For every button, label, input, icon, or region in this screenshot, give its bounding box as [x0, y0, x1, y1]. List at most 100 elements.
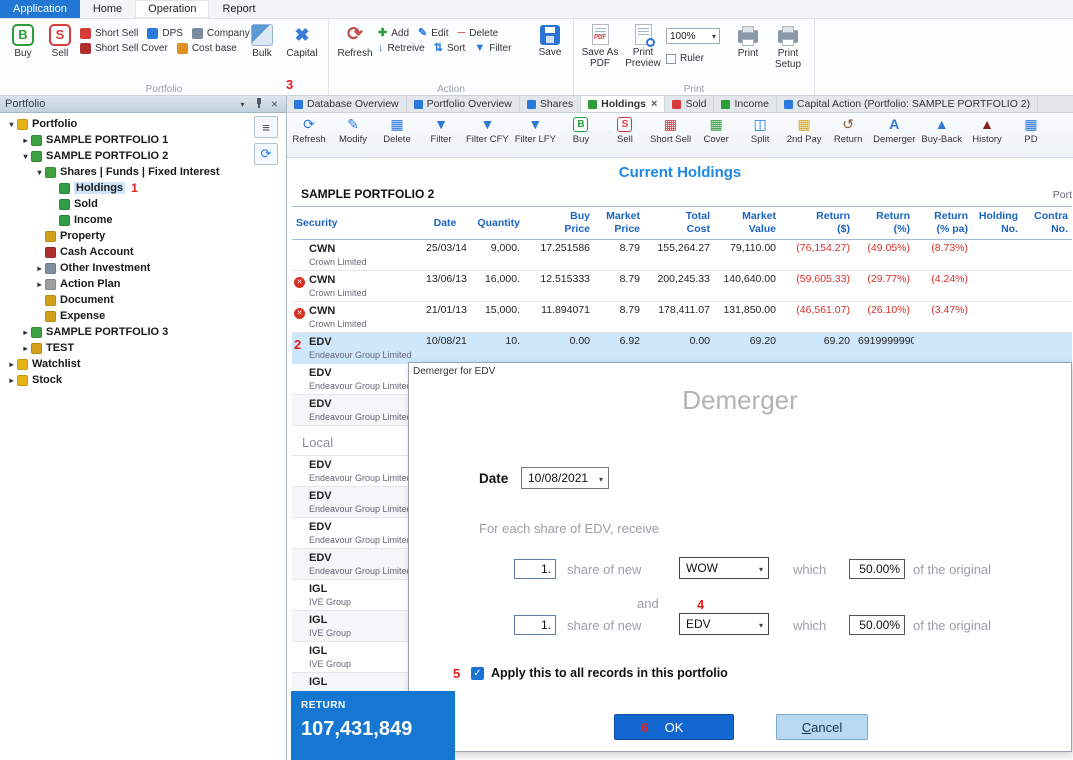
- column-header-security[interactable]: Security: [292, 207, 422, 240]
- ruler-checkbox-row[interactable]: Ruler: [666, 53, 728, 64]
- percent-input-1[interactable]: [849, 559, 905, 579]
- tab-report[interactable]: Report: [209, 0, 268, 18]
- share-quantity-input-1[interactable]: [514, 559, 556, 579]
- tree-item-property[interactable]: Property: [0, 228, 286, 244]
- short-sell-button[interactable]: Short Sell: [80, 28, 138, 39]
- close-icon[interactable]: [268, 97, 281, 111]
- column-header-market-value[interactable]: MarketValue: [714, 207, 780, 240]
- tree-item-stock[interactable]: Stock: [0, 372, 286, 388]
- company-button[interactable]: Company: [192, 28, 250, 39]
- edit-button[interactable]: ✎Edit: [418, 28, 448, 39]
- toolbar-refresh-button[interactable]: ⟳Refresh: [287, 113, 331, 157]
- pin-icon[interactable]: [252, 97, 265, 112]
- tree-item-shares-funds-fixed-interest[interactable]: Shares | Funds | Fixed Interest: [0, 164, 286, 180]
- expand-icon[interactable]: [34, 280, 45, 289]
- security-dropdown-2[interactable]: EDV: [679, 613, 769, 635]
- toolbar-buy-button[interactable]: BBuy: [559, 113, 603, 157]
- holding-row[interactable]: CWNCrown Limited 13/06/13 16,000. 12.515…: [292, 271, 1072, 302]
- column-header-return-dollar[interactable]: Return($): [780, 207, 854, 240]
- expand-icon[interactable]: [20, 136, 31, 145]
- filter-button[interactable]: ▼Filter: [474, 43, 511, 54]
- column-header-quantity[interactable]: Quantity: [468, 207, 524, 240]
- toolbar-demerger-button[interactable]: ADemerger: [870, 113, 918, 157]
- toolbar-split-button[interactable]: ◫Split: [738, 113, 782, 157]
- tree-item-sample-portfolio-1[interactable]: SAMPLE PORTFOLIO 1: [0, 132, 286, 148]
- toolbar-filter-lfy-button[interactable]: ▼Filter LFY: [512, 113, 559, 157]
- toolbar-buy-back-button[interactable]: ▲Buy-Back: [918, 113, 965, 157]
- collapse-icon[interactable]: [34, 168, 45, 177]
- column-header-holding-no[interactable]: HoldingNo.: [972, 207, 1022, 240]
- sell-button[interactable]: S Sell: [43, 22, 77, 59]
- bulk-button[interactable]: Bulk: [245, 22, 279, 59]
- collapse-icon[interactable]: [6, 120, 17, 129]
- cancel-button[interactable]: Cancel: [776, 714, 868, 740]
- tree-item-document[interactable]: Document: [0, 292, 286, 308]
- toolbar-sell-button[interactable]: SSell: [603, 113, 647, 157]
- column-header-total-cost[interactable]: TotalCost: [644, 207, 714, 240]
- security-dropdown-1[interactable]: WOW: [679, 557, 769, 579]
- toolbar-filter-cfy-button[interactable]: ▼Filter CFY: [463, 113, 512, 157]
- toolbar-modify-button[interactable]: ✎Modify: [331, 113, 375, 157]
- panel-menu-icon[interactable]: [236, 99, 249, 110]
- toolbar-filter-button[interactable]: ▼Filter: [419, 113, 463, 157]
- tree-item-test[interactable]: TEST: [0, 340, 286, 356]
- collapse-icon[interactable]: [20, 152, 31, 161]
- save-as-pdf-button[interactable]: PDF Save As PDF: [580, 22, 620, 69]
- apply-all-checkbox[interactable]: ✓: [471, 667, 484, 680]
- expand-icon[interactable]: [20, 344, 31, 353]
- sort-button[interactable]: ⇅Sort: [434, 43, 466, 54]
- toolbar-clipped-button[interactable]: ▦PD: [1009, 113, 1053, 157]
- close-tab-icon[interactable]: [650, 98, 657, 110]
- tree-item-sample-portfolio-2[interactable]: SAMPLE PORTFOLIO 2: [0, 148, 286, 164]
- delete-button[interactable]: ─Delete: [457, 28, 498, 39]
- print-setup-button[interactable]: Print Setup: [768, 22, 808, 70]
- doc-tab-database-overview[interactable]: Database Overview: [287, 96, 407, 112]
- print-button[interactable]: Print: [731, 22, 765, 59]
- refresh-button[interactable]: ⟳ Refresh: [335, 22, 375, 59]
- tree-item-action-plan[interactable]: Action Plan: [0, 276, 286, 292]
- tree-item-other-investment[interactable]: Other Investment: [0, 260, 286, 276]
- date-dropdown[interactable]: 10/08/2021: [521, 467, 609, 489]
- dps-button[interactable]: DPS: [147, 28, 183, 39]
- list-view-button[interactable]: ≡: [254, 116, 278, 138]
- doc-tab-capital-action[interactable]: Capital Action (Portfolio: SAMPLE PORTFO…: [777, 96, 1038, 112]
- print-preview-button[interactable]: Print Preview: [623, 22, 663, 69]
- expand-icon[interactable]: [6, 376, 17, 385]
- holding-row[interactable]: CWNCrown Limited 21/01/13 15,000. 11.894…: [292, 302, 1072, 333]
- column-header-contra-no[interactable]: ContraNo.: [1022, 207, 1072, 240]
- zoom-dropdown[interactable]: 100%: [666, 28, 720, 44]
- tree-item-sold[interactable]: Sold: [0, 196, 286, 212]
- tree-item-watchlist[interactable]: Watchlist: [0, 356, 286, 372]
- tree-item-holdings[interactable]: Holdings1: [0, 180, 286, 196]
- tab-application[interactable]: Application: [0, 0, 80, 18]
- toolbar-delete-button[interactable]: ▦Delete: [375, 113, 419, 157]
- save-button[interactable]: Save: [533, 22, 567, 58]
- percent-input-2[interactable]: [849, 615, 905, 635]
- tab-home[interactable]: Home: [80, 0, 135, 18]
- tab-operation[interactable]: Operation: [135, 0, 209, 18]
- toolbar-cover-button[interactable]: ▦Cover: [694, 113, 738, 157]
- tree-refresh-button[interactable]: ⟳: [254, 143, 278, 165]
- expand-icon[interactable]: [6, 360, 17, 369]
- doc-tab-income[interactable]: Income: [714, 96, 776, 112]
- toolbar-history-button[interactable]: ▲History: [965, 113, 1009, 157]
- tree-item-sample-portfolio-3[interactable]: SAMPLE PORTFOLIO 3: [0, 324, 286, 340]
- doc-tab-sold[interactable]: Sold: [665, 96, 714, 112]
- expand-icon[interactable]: [34, 264, 45, 273]
- holding-row[interactable]: CWNCrown Limited 25/03/14 9,000. 17.2515…: [292, 240, 1072, 271]
- tree-item-cash-account[interactable]: Cash Account: [0, 244, 286, 260]
- buy-button[interactable]: B Buy: [6, 22, 40, 59]
- column-header-return-pct[interactable]: Return(%): [854, 207, 914, 240]
- doc-tab-shares[interactable]: Shares: [520, 96, 581, 112]
- toolbar-2nd-pay-button[interactable]: ▦2nd Pay: [782, 113, 826, 157]
- ok-button[interactable]: 6OK: [614, 714, 734, 740]
- tree-item-portfolio[interactable]: Portfolio: [0, 116, 286, 132]
- tree-item-income[interactable]: Income: [0, 212, 286, 228]
- cost-base-button[interactable]: Cost base: [177, 43, 237, 54]
- retreive-button[interactable]: ↓Retreive: [378, 43, 425, 54]
- add-button[interactable]: ✚Add: [378, 28, 409, 39]
- expand-icon[interactable]: [20, 328, 31, 337]
- capital-button[interactable]: ✖ Capital: [282, 22, 322, 59]
- column-header-buy-price[interactable]: BuyPrice: [524, 207, 594, 240]
- ruler-checkbox[interactable]: [666, 54, 676, 64]
